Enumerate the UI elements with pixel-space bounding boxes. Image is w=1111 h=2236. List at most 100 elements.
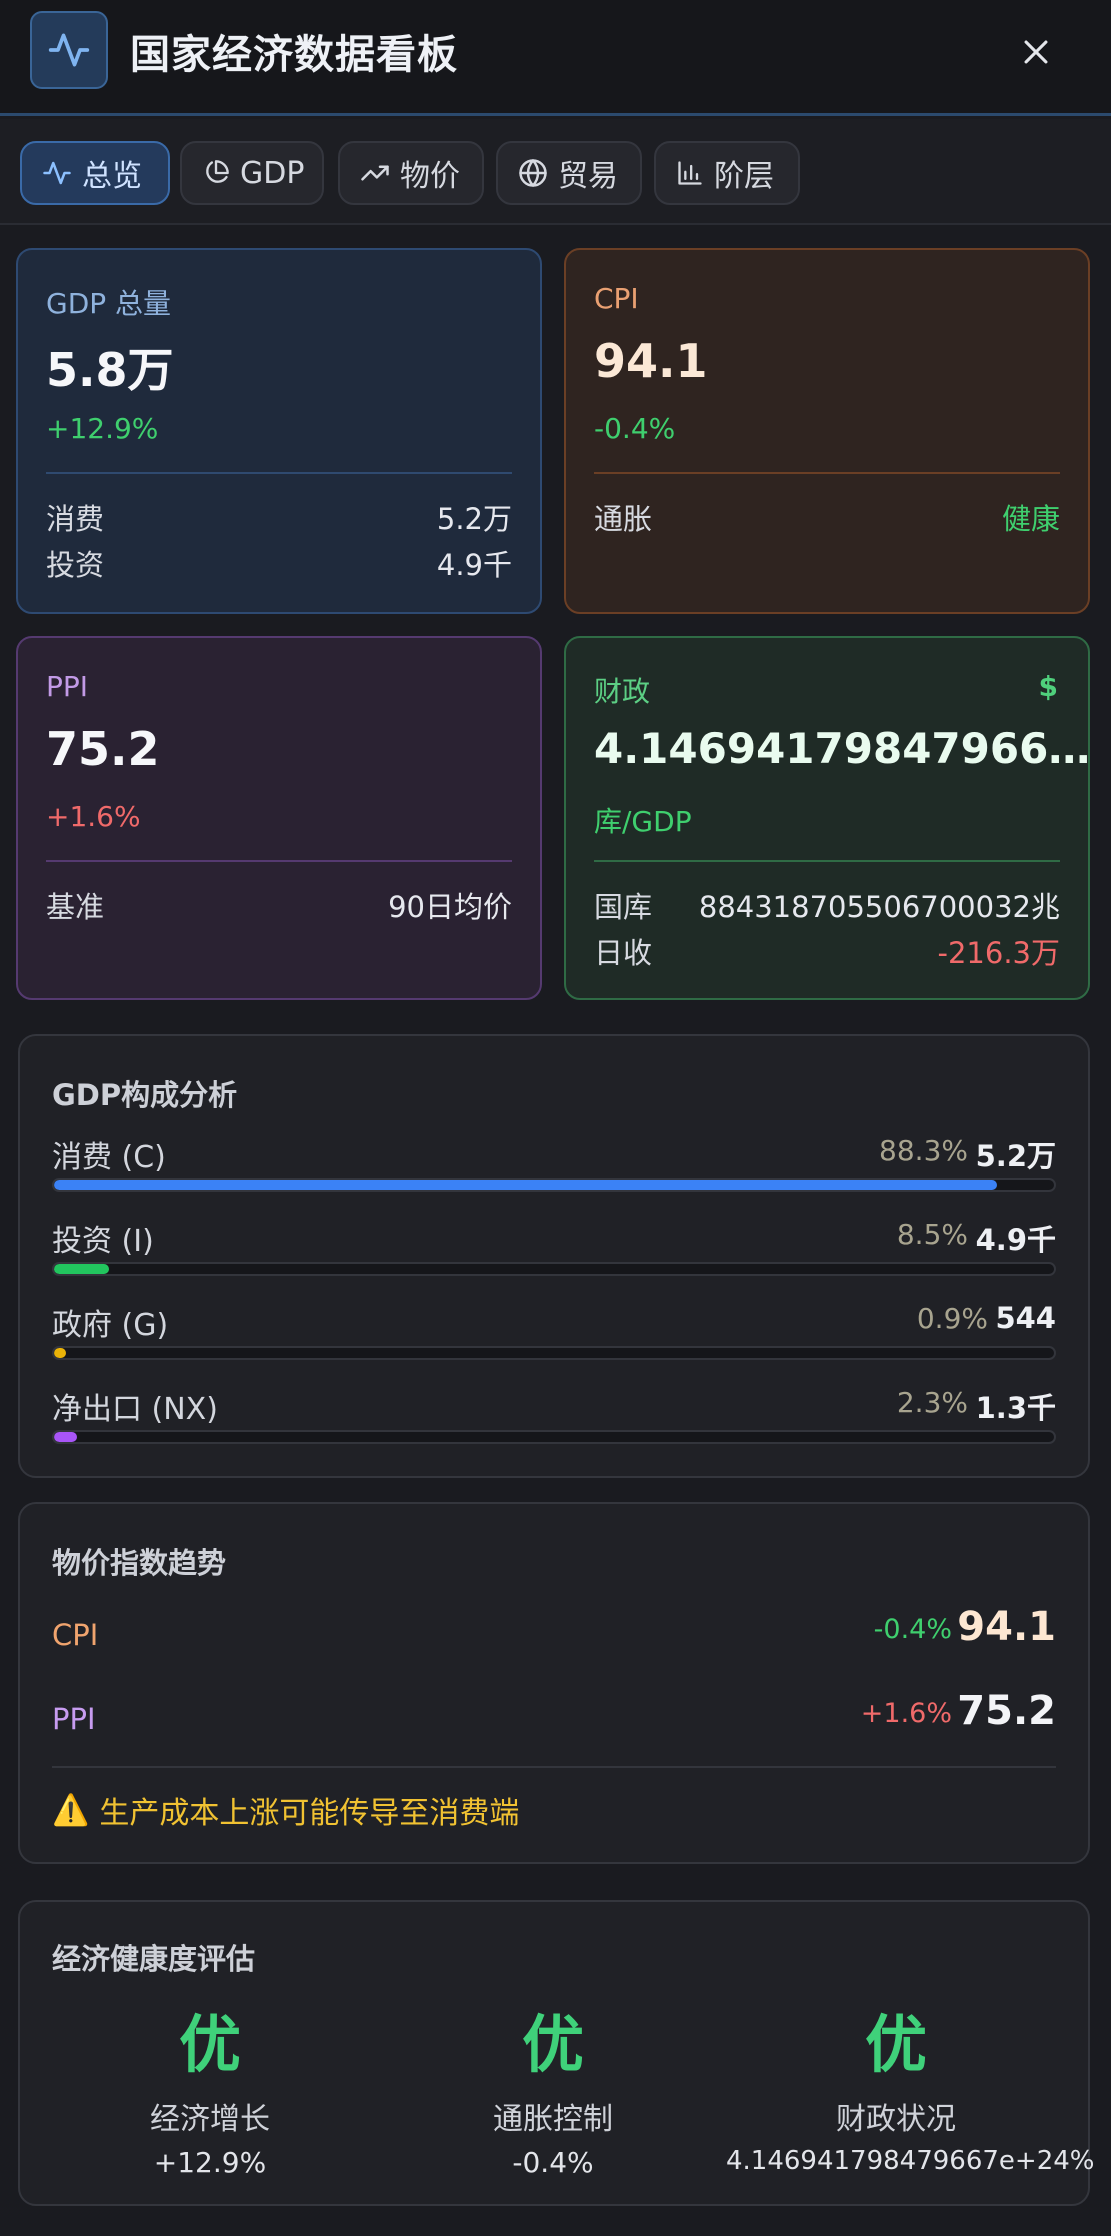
card-value: 75.2 <box>46 722 160 776</box>
health-growth: 优 经济增长 +12.9% <box>40 1994 380 2179</box>
inflation-status: 健康 <box>1001 502 1060 536</box>
cpi-card[interactable]: CPI 94.1 -0.4% 通胀 健康 <box>564 248 1090 614</box>
investment-bar <box>52 1262 1056 1276</box>
bar-percent: 88.3% <box>879 1134 968 1167</box>
tab-gdp[interactable]: GDP <box>180 141 324 205</box>
card-divider <box>594 472 1060 474</box>
card-row-value: 4.9千 <box>436 548 512 582</box>
tab-overview[interactable]: 总览 <box>20 141 170 205</box>
metric-value: +12.9% <box>153 2146 267 2179</box>
grade: 优 <box>521 2008 584 2081</box>
cpi-value: 94.1 <box>957 1604 1056 1650</box>
card-divider <box>594 860 1060 862</box>
card-value: 94.1 <box>594 334 708 388</box>
bar-percent: 8.5% <box>896 1218 968 1251</box>
card-value: 5.8万 <box>46 343 174 397</box>
net-export-bar <box>52 1430 1056 1444</box>
card-divider <box>46 472 512 474</box>
bar-percent: 2.3% <box>896 1386 968 1419</box>
bar-percent: 0.9% <box>916 1302 988 1335</box>
card-change: -0.4% <box>594 412 676 445</box>
ppi-card[interactable]: PPI 75.2 +1.6% 基准 90日均价 <box>16 636 542 1000</box>
card-label: PPI <box>46 670 89 703</box>
card-row-key: 日收 <box>594 936 653 970</box>
tab-prices[interactable]: 物价 <box>338 141 484 205</box>
card-row-key: 投资 <box>46 548 105 582</box>
grade: 优 <box>178 2008 241 2081</box>
panel-title: GDP构成分析 <box>52 1078 238 1112</box>
health-inflation: 优 通胀控制 -0.4% <box>383 1994 723 2179</box>
tab-label: 贸易 <box>558 159 618 194</box>
ppi-change: +1.6% <box>860 1698 952 1729</box>
metric-value: 4.146941798479667e+24% <box>726 2146 1095 2176</box>
warning-icon: ⚠️ <box>52 1792 90 1828</box>
pie-chart-icon <box>206 160 229 183</box>
bar-value: 4.9千 <box>975 1223 1056 1257</box>
card-row-value: 5.2万 <box>436 502 512 536</box>
card-label: GDP 总量 <box>46 287 172 320</box>
grade: 优 <box>864 2008 927 2081</box>
tab-label: 物价 <box>400 159 460 194</box>
card-change: +12.9% <box>46 412 159 445</box>
bar-fill <box>54 1348 66 1358</box>
tab-label: GDP <box>240 155 305 191</box>
price-trend-panel: 物价指数趋势 CPI -0.4% 94.1 PPI +1.6% 75.2 ⚠️ … <box>18 1502 1090 1864</box>
gdp-card[interactable]: GDP 总量 5.8万 +12.9% 消费 5.2万 投资 4.9千 <box>16 248 542 614</box>
cpi-label: CPI <box>52 1618 99 1652</box>
fiscal-card[interactable]: 财政 $ 4.14694179847966… 库/GDP 国库 88431870… <box>564 636 1090 1000</box>
cost-warning: ⚠️ 生产成本上涨可能传导至消费端 <box>52 1788 519 1832</box>
close-icon[interactable] <box>1010 26 1062 78</box>
bar-fill <box>54 1264 109 1274</box>
bar-value: 1.3千 <box>975 1391 1056 1425</box>
gdp-breakdown-panel: GDP构成分析 消费 (C) 88.3% 5.2万 投资 (I) 8.5% 4.… <box>18 1034 1090 1478</box>
ppi-value: 75.2 <box>957 1688 1056 1734</box>
app-header: 国家经济数据看板 <box>0 0 1111 116</box>
cpi-change: -0.4% <box>873 1614 952 1645</box>
bar-chart-icon <box>678 161 702 185</box>
ppi-label: PPI <box>52 1702 96 1736</box>
divider <box>52 1766 1056 1768</box>
health-fiscal: 优 财政状况 4.146941798479667e+24% <box>726 1994 1095 2176</box>
card-row-value: 90日均价 <box>388 890 512 924</box>
bar-value: 5.2万 <box>975 1139 1056 1173</box>
card-label: 财政 <box>594 675 651 708</box>
health-panel: 经济健康度评估 优 经济增长 +12.9% 优 通胀控制 -0.4% 优 财政状… <box>18 1900 1095 2206</box>
card-row-key: 国库 <box>594 890 653 924</box>
card-change: +1.6% <box>46 800 141 833</box>
metric-value: -0.4% <box>512 2146 594 2179</box>
daily-revenue-value: -216.3万 <box>937 936 1061 970</box>
panel-title: 物价指数趋势 <box>52 1546 227 1580</box>
bar-fill <box>54 1432 77 1442</box>
card-divider <box>46 860 512 862</box>
tab-trade[interactable]: 贸易 <box>496 141 642 205</box>
metric-name: 通胀控制 <box>493 2102 613 2137</box>
bar-label: 政府 (G) <box>52 1308 169 1343</box>
card-sub-label: 库/GDP <box>594 805 692 838</box>
tab-class[interactable]: 阶层 <box>654 141 800 205</box>
bar-label: 投资 (I) <box>52 1224 154 1259</box>
bar-label: 消费 (C) <box>52 1140 166 1175</box>
card-row-key: 基准 <box>46 890 105 924</box>
card-row-key: 通胀 <box>594 502 653 536</box>
card-row-key: 消费 <box>46 502 105 536</box>
trending-up-icon <box>361 165 389 181</box>
activity-icon <box>43 161 71 185</box>
metric-name: 财政状况 <box>836 2102 956 2137</box>
card-label: CPI <box>594 282 639 315</box>
bar-label: 净出口 (NX) <box>52 1392 218 1427</box>
app-title: 国家经济数据看板 <box>130 32 458 78</box>
panel-title: 经济健康度评估 <box>52 1942 256 1976</box>
government-bar <box>52 1346 1056 1360</box>
tab-bar: 总览 GDP 物价 贸易 阶层 <box>0 119 1111 225</box>
activity-icon <box>30 11 108 89</box>
card-value: 4.14694179847966… <box>594 724 1091 773</box>
tab-label: 阶层 <box>714 159 774 194</box>
dollar-icon: $ <box>1038 670 1058 703</box>
globe-icon <box>519 159 547 187</box>
warning-text: 生产成本上涨可能传导至消费端 <box>99 1796 520 1831</box>
consumption-bar <box>52 1178 1056 1192</box>
bar-fill <box>54 1180 997 1190</box>
metric-name: 经济增长 <box>150 2102 270 2137</box>
bar-value: 544 <box>995 1301 1056 1335</box>
tab-label: 总览 <box>82 159 142 194</box>
